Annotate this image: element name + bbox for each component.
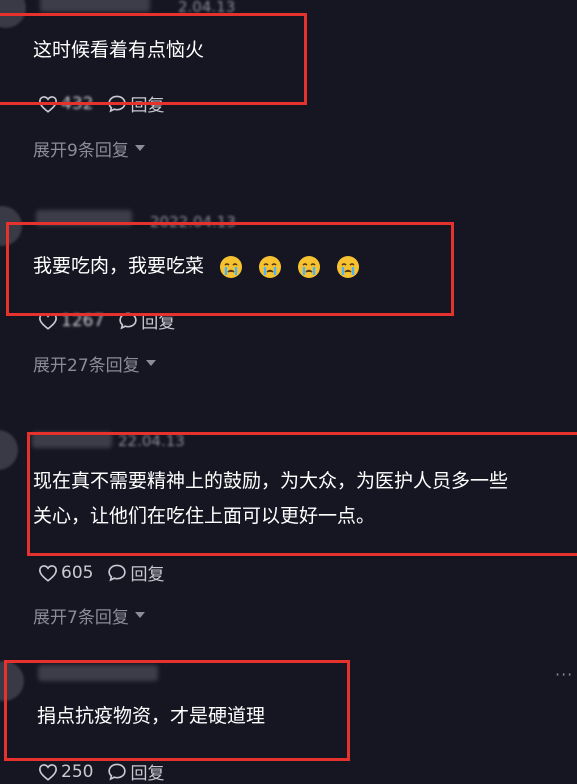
speech-bubble-icon [108, 95, 127, 113]
comment-item: 2.04.13 这时候看着有点恼火 432 回复 展开9条回复 [0, 0, 577, 170]
heart-outline-icon [38, 763, 58, 781]
avatar[interactable] [0, 0, 26, 28]
chevron-down-icon [145, 360, 156, 366]
expand-replies-label: 展开7条回复 [33, 608, 129, 628]
comment-actions: 432 回复 [38, 91, 164, 116]
expand-replies-button[interactable]: 展开27条回复 [33, 351, 156, 376]
reply-label: 回复 [130, 96, 165, 116]
reply-label: 回复 [141, 313, 176, 333]
comment-text-line: 我要吃肉，我要吃菜 [33, 255, 205, 277]
reply-label: 回复 [130, 764, 165, 784]
expand-replies-label: 展开9条回复 [33, 141, 129, 161]
like-button[interactable]: 605 [38, 563, 93, 583]
crying-face-icon [220, 255, 243, 278]
comment-date: 2.04.13 [178, 0, 236, 16]
speech-bubble-icon [119, 312, 137, 330]
reply-button[interactable]: 回复 [107, 759, 164, 784]
crying-face-icon [337, 255, 360, 278]
comment-date: 22.04.13 [118, 432, 185, 450]
comment-text-line: 现在真不需要精神上的鼓励，为大众，为医护人员多一些 [33, 470, 509, 492]
comment-actions: 250 回复 [38, 759, 164, 784]
comment-item: 捐点抗疫物资，才是硬道理 250 回复 ··· [0, 655, 577, 784]
comment-text: 捐点抗疫物资，才是硬道理 [37, 699, 265, 734]
expand-replies-button[interactable]: 展开9条回复 [33, 136, 145, 161]
more-dots-icon[interactable]: ··· [555, 665, 573, 684]
comment-text-line: 关心，让他们在吃住上面可以更好一点。 [33, 505, 376, 527]
expand-replies-button[interactable]: 展开7条回复 [33, 603, 145, 628]
avatar[interactable] [0, 430, 18, 470]
comment-date: 2022.04.13 [150, 213, 236, 231]
like-count: 605 [61, 562, 94, 583]
comment-item: 2022.04.13 我要吃肉，我要吃菜 1267 回复 展开27条回复 [0, 190, 577, 390]
like-button[interactable]: 432 [38, 94, 93, 114]
avatar[interactable] [0, 206, 22, 246]
comment-actions: 605 回复 [38, 560, 164, 585]
chevron-down-icon [134, 145, 145, 151]
comment-text: 这时候看着有点恼火 [33, 33, 204, 68]
reply-button[interactable]: 回复 [107, 560, 164, 585]
username[interactable] [32, 432, 112, 448]
avatar[interactable] [0, 661, 24, 701]
heart-outline-icon [38, 564, 58, 582]
heart-outline-icon [38, 312, 58, 330]
like-count: 432 [61, 93, 94, 114]
username[interactable] [36, 210, 132, 226]
comment-item: 22.04.13 现在真不需要精神上的鼓励，为大众，为医护人员多一些 关心，让他… [0, 420, 577, 640]
speech-bubble-icon [108, 763, 127, 781]
chevron-down-icon [134, 612, 145, 618]
like-count: 1267 [61, 310, 105, 331]
comment-text-line: 这时候看着有点恼火 [33, 39, 205, 61]
reply-button[interactable]: 回复 [118, 308, 175, 333]
expand-replies-label: 展开27条回复 [33, 356, 140, 376]
username[interactable] [38, 665, 158, 681]
like-button[interactable]: 250 [38, 762, 93, 782]
reply-label: 回复 [130, 565, 165, 585]
username[interactable] [40, 0, 150, 12]
crying-face-icon [259, 255, 282, 278]
like-button[interactable]: 1267 [38, 311, 104, 331]
comment-actions: 1267 回复 [38, 308, 175, 333]
heart-outline-icon [38, 95, 58, 113]
crying-face-icon [298, 255, 321, 278]
comment-text: 我要吃肉，我要吃菜 [33, 249, 360, 284]
like-count: 250 [61, 761, 94, 782]
comment-text: 现在真不需要精神上的鼓励，为大众，为医护人员多一些 关心，让他们在吃住上面可以更… [33, 464, 508, 534]
comment-text-line: 捐点抗疫物资，才是硬道理 [37, 705, 266, 727]
reply-button[interactable]: 回复 [107, 91, 164, 116]
speech-bubble-icon [108, 564, 127, 582]
